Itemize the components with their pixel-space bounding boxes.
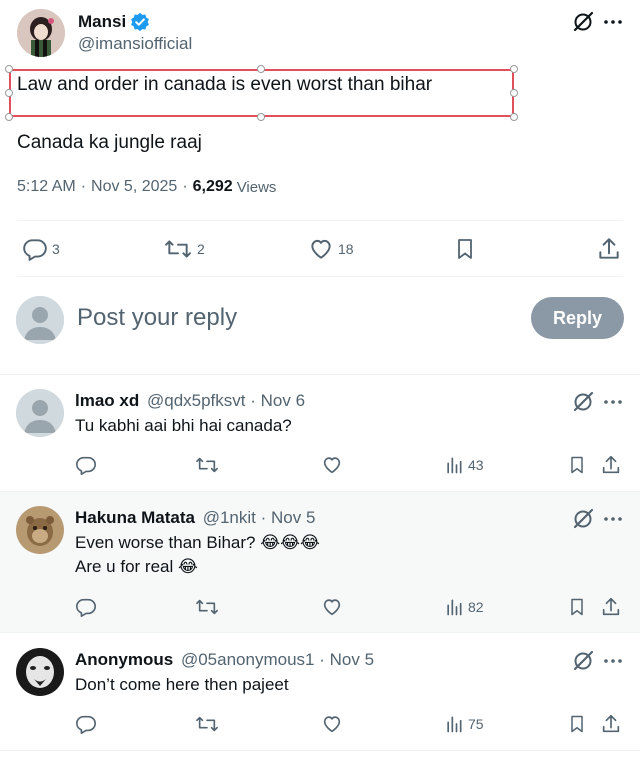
share-icon[interactable] bbox=[600, 454, 622, 476]
bookmark-icon[interactable] bbox=[567, 596, 587, 618]
reply-icon[interactable] bbox=[75, 596, 97, 618]
author-name[interactable]: Mansi bbox=[78, 12, 126, 32]
selection-handle[interactable] bbox=[510, 89, 518, 97]
more-options-icon[interactable] bbox=[601, 649, 625, 673]
repost-icon[interactable] bbox=[195, 454, 219, 476]
views-count: 6,292 bbox=[192, 178, 233, 195]
reply-button[interactable]: Reply bbox=[531, 297, 624, 339]
reply-action[interactable]: 3 bbox=[22, 236, 60, 262]
repost-count: 2 bbox=[197, 241, 205, 257]
like-action[interactable]: 18 bbox=[308, 236, 354, 262]
more-options-icon[interactable] bbox=[601, 10, 625, 34]
repost-icon[interactable] bbox=[195, 596, 219, 618]
like-count: 18 bbox=[338, 241, 354, 257]
views-count: 75 bbox=[468, 716, 484, 732]
user-avatar[interactable] bbox=[16, 296, 64, 344]
heart-icon[interactable] bbox=[321, 713, 343, 735]
tweet-text-line1: Law and order in canada is even worst th… bbox=[17, 74, 433, 95]
reply-text: Don’t come here then pajeet bbox=[75, 675, 289, 694]
selection-handle[interactable] bbox=[257, 65, 265, 73]
views-action[interactable]: 43 bbox=[444, 455, 484, 475]
grok-icon[interactable] bbox=[571, 507, 595, 531]
tweet-meta: 5:12 AM · Nov 5, 2025 · 6,292 Views bbox=[17, 178, 277, 196]
tweet-date[interactable]: Nov 5, 2025 bbox=[91, 178, 177, 196]
heart-icon[interactable] bbox=[321, 454, 343, 476]
views-icon bbox=[444, 714, 464, 734]
reply-avatar[interactable] bbox=[16, 389, 64, 437]
divider bbox=[0, 632, 640, 633]
reply-date[interactable]: Nov 5 bbox=[330, 650, 374, 669]
reply-icon[interactable] bbox=[75, 713, 97, 735]
author-name-row: Mansi bbox=[78, 11, 150, 33]
grok-icon[interactable] bbox=[571, 649, 595, 673]
reply-author-name[interactable]: Anonymous bbox=[75, 650, 173, 669]
tweet-text-line2: Canada ka jungle raaj bbox=[17, 132, 202, 153]
author-avatar[interactable] bbox=[17, 9, 65, 57]
bookmark-icon[interactable] bbox=[567, 713, 587, 735]
reply-author-name[interactable]: Hakuna Matata bbox=[75, 508, 195, 527]
reply-author-handle[interactable]: @qdx5pfksvt bbox=[147, 391, 246, 410]
reply-header: lmao xd @qdx5pfksvt · Nov 6 bbox=[75, 391, 306, 410]
reply-author-handle[interactable]: @1nkit bbox=[203, 508, 256, 527]
views-count: 82 bbox=[468, 599, 484, 615]
heart-icon[interactable] bbox=[308, 236, 334, 262]
share-icon[interactable] bbox=[596, 236, 622, 262]
reply-icon[interactable] bbox=[75, 454, 97, 476]
repost-action[interactable]: 2 bbox=[163, 236, 205, 262]
grok-icon[interactable] bbox=[571, 390, 595, 414]
reply-avatar[interactable] bbox=[16, 648, 64, 696]
divider bbox=[0, 374, 640, 375]
bookmark-icon[interactable] bbox=[453, 236, 477, 262]
reply-text: Tu kabhi aai bhi hai canada? bbox=[75, 416, 292, 435]
selection-handle[interactable] bbox=[5, 89, 13, 97]
author-handle[interactable]: @imansiofficial bbox=[78, 34, 192, 54]
reply-avatar[interactable] bbox=[16, 506, 64, 554]
repost-icon[interactable] bbox=[163, 236, 193, 262]
reply-date[interactable]: Nov 5 bbox=[271, 508, 315, 527]
reply-count: 3 bbox=[52, 241, 60, 257]
reply-icon[interactable] bbox=[22, 236, 48, 262]
selection-handle[interactable] bbox=[5, 113, 13, 121]
grok-icon[interactable] bbox=[571, 10, 595, 34]
reply-header: Hakuna Matata @1nkit · Nov 5 bbox=[75, 508, 316, 527]
more-options-icon[interactable] bbox=[601, 390, 625, 414]
more-options-icon[interactable] bbox=[601, 507, 625, 531]
verified-badge-icon bbox=[130, 12, 150, 32]
divider bbox=[17, 220, 623, 221]
reply-author-name[interactable]: lmao xd bbox=[75, 391, 139, 410]
views-action[interactable]: 82 bbox=[444, 597, 484, 617]
bookmark-icon[interactable] bbox=[567, 454, 587, 476]
views-icon bbox=[444, 597, 464, 617]
views-action[interactable]: 75 bbox=[444, 714, 484, 734]
repost-icon[interactable] bbox=[195, 713, 219, 735]
divider bbox=[17, 276, 623, 277]
reply-author-handle[interactable]: @05anonymous1 bbox=[181, 650, 315, 669]
heart-icon[interactable] bbox=[321, 596, 343, 618]
selection-handle[interactable] bbox=[257, 113, 265, 121]
reply-header: Anonymous @05anonymous1 · Nov 5 bbox=[75, 650, 375, 669]
reply-text-line2: Are u for real 😂 bbox=[75, 557, 198, 576]
divider bbox=[0, 750, 640, 751]
reply-text: Even worse than Bihar? 😂😂😂 bbox=[75, 533, 320, 552]
views-icon bbox=[444, 455, 464, 475]
share-icon[interactable] bbox=[600, 713, 622, 735]
views-count: 43 bbox=[468, 457, 484, 473]
selection-handle[interactable] bbox=[5, 65, 13, 73]
reply-input[interactable]: Post your reply bbox=[77, 304, 237, 332]
share-icon[interactable] bbox=[600, 596, 622, 618]
selection-handle[interactable] bbox=[510, 65, 518, 73]
selection-handle[interactable] bbox=[510, 113, 518, 121]
divider bbox=[0, 491, 640, 492]
reply-date[interactable]: Nov 6 bbox=[261, 391, 305, 410]
views-label: Views bbox=[236, 178, 277, 196]
tweet-time[interactable]: 5:12 AM bbox=[17, 178, 76, 196]
